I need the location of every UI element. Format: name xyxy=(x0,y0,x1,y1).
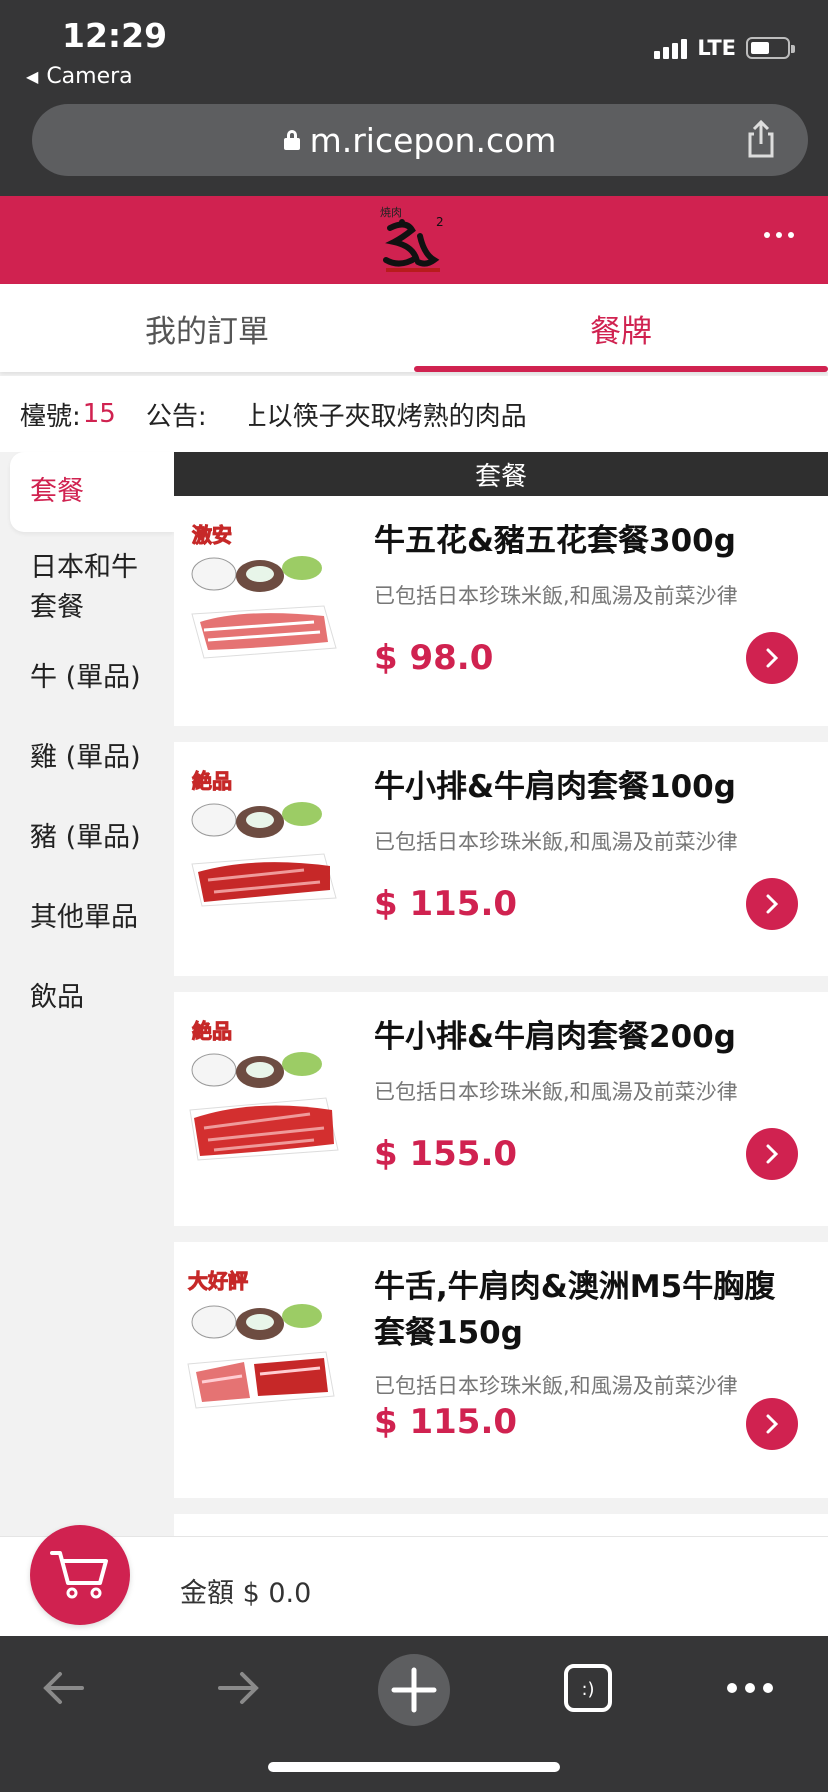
status-indicators: LTE xyxy=(654,36,795,60)
sidebar-item-label: 日本和牛 xyxy=(30,552,138,583)
chevron-right-icon xyxy=(766,1144,779,1164)
photo-badge: 絶品 xyxy=(192,769,232,793)
item-title: 牛小排&牛肩肉套餐100g xyxy=(374,769,736,805)
item-description: 已包括日本珍珠米飯,和風湯及前菜沙律 xyxy=(374,1374,738,1398)
lock-icon xyxy=(283,130,300,150)
browser-top-chrome: 12:29 ◀ Camera LTE m.ricepon.com xyxy=(0,0,828,196)
battery-icon xyxy=(746,37,795,59)
chevron-right-icon xyxy=(766,648,779,668)
cart-bar: 金額 $ 0.0 xyxy=(0,1525,828,1636)
back-triangle-icon: ◀ xyxy=(26,67,39,86)
home-indicator[interactable] xyxy=(268,1762,560,1772)
food-photo: 激安 xyxy=(191,523,337,659)
address-bar[interactable]: m.ricepon.com xyxy=(32,104,808,176)
item-price: $ 155.0 xyxy=(374,1134,518,1174)
table-number: 15 xyxy=(82,399,116,429)
item-detail-button[interactable] xyxy=(746,632,798,684)
item-title-line1: 牛舌,牛肩肉&澳洲M5牛胸腹 xyxy=(374,1269,776,1305)
tabs-icon[interactable]: :) xyxy=(562,1662,614,1714)
food-photo: 絶品 xyxy=(191,769,337,907)
item-price: $ 115.0 xyxy=(374,884,518,924)
photo-badge: 大好評 xyxy=(188,1269,248,1293)
sidebar-item-wagyu-set[interactable]: 日本和牛 套餐 xyxy=(0,548,174,628)
screen: 12:29 ◀ Camera LTE m.ricepon.com 焼肉 2 我的… xyxy=(0,0,828,1792)
menu-dots-icon[interactable] xyxy=(722,1662,778,1714)
photo-badge: 激安 xyxy=(192,523,232,547)
sidebar-item-beef[interactable]: 牛 (單品) xyxy=(0,658,174,698)
back-to-app-button[interactable]: ◀ Camera xyxy=(26,64,133,89)
forward-arrow-icon[interactable] xyxy=(212,1662,264,1714)
sidebar-item-chicken[interactable]: 雞 (單品) xyxy=(0,738,174,778)
food-photo: 大好評 xyxy=(187,1269,335,1409)
item-title: 牛小排&牛肩肉套餐200g xyxy=(374,1019,736,1055)
item-title: 牛五花&豬五花套餐300g xyxy=(374,523,736,559)
photo-badge: 絶品 xyxy=(192,1019,232,1043)
new-tab-icon[interactable] xyxy=(378,1654,450,1726)
menu-item-card[interactable]: 絶品 牛小排&牛肩肉套餐100g 已包括日本珍珠米飯,和風湯及前菜沙律 $ 11… xyxy=(174,742,828,976)
back-app-label: Camera xyxy=(46,64,133,89)
item-detail-button[interactable] xyxy=(746,1398,798,1450)
menu-item-card[interactable]: 激安 牛五花&豬五花套餐300g 已包括日本珍珠米飯,和風湯及前菜沙律 $ 98… xyxy=(174,496,828,726)
food-photo: 絶品 xyxy=(189,1019,339,1161)
back-arrow-icon[interactable] xyxy=(38,1662,90,1714)
sidebar-item-drinks[interactable]: 飲品 xyxy=(0,978,174,1018)
tab-menu[interactable]: 餐牌 xyxy=(414,284,828,372)
sidebar-item-label: 套餐 xyxy=(30,476,84,507)
tab-my-orders[interactable]: 我的訂單 xyxy=(0,284,414,372)
svg-text:2: 2 xyxy=(436,215,444,229)
item-title-line2: 套餐150g xyxy=(374,1315,523,1351)
table-label: 檯號: xyxy=(20,401,81,432)
network-label: LTE xyxy=(697,36,736,60)
item-description: 已包括日本珍珠米飯,和風湯及前菜沙律 xyxy=(374,1080,738,1104)
cart-button[interactable] xyxy=(30,1525,130,1625)
table-notice-row: 檯號: 15 公告: 止以筷子夾取烤熟的肉品 xyxy=(0,376,828,452)
section-header: 套餐 xyxy=(174,452,828,496)
menu-item-card[interactable]: 絶品 牛小排&牛肩肉套餐200g 已包括日本珍珠米飯,和風湯及前菜沙律 $ 15… xyxy=(174,992,828,1226)
svg-text:焼肉: 焼肉 xyxy=(380,206,402,219)
menu-item-card[interactable]: 大好評 牛舌,牛肩肉&澳洲M5牛胸腹 套餐150g 已包括日本珍珠米飯,和風湯及… xyxy=(174,1242,828,1498)
cart-total: 金額 $ 0.0 xyxy=(180,1578,312,1609)
item-detail-button[interactable] xyxy=(746,1128,798,1180)
app-header: 焼肉 2 xyxy=(0,196,828,284)
share-icon[interactable] xyxy=(740,118,782,160)
menu-item-card-partial[interactable] xyxy=(174,1514,828,1536)
menu-content: 套餐 激安 牛五花&豬五花套餐300g 已包括日本珍珠米飯,和風湯及前菜沙律 $… xyxy=(174,452,828,1536)
sidebar-item-set-meals[interactable]: 套餐 xyxy=(10,452,174,532)
sidebar-item-others[interactable]: 其他單品 xyxy=(0,898,174,938)
signal-icon xyxy=(654,37,688,59)
tab-bar: 我的訂單 餐牌 xyxy=(0,284,828,372)
status-time: 12:29 xyxy=(62,16,168,55)
notice-marquee: 止以筷子夾取烤熟的肉品 xyxy=(248,401,527,432)
chevron-right-icon xyxy=(766,1414,779,1434)
item-detail-button[interactable] xyxy=(746,878,798,930)
category-sidebar: 套餐 日本和牛 套餐 牛 (單品) 雞 (單品) 豬 (單品) 其他單品 飲品 xyxy=(0,452,174,1536)
svg-text::): :) xyxy=(581,1679,594,1700)
sidebar-item-label-line2: 套餐 xyxy=(30,592,84,623)
item-price: $ 115.0 xyxy=(374,1402,518,1442)
url-text: m.ricepon.com xyxy=(309,120,557,160)
item-description: 已包括日本珍珠米飯,和風湯及前菜沙律 xyxy=(374,584,738,608)
notice-label: 公告: xyxy=(145,401,207,432)
item-price: $ 98.0 xyxy=(374,638,494,678)
item-title: 牛舌,牛肩肉&澳洲M5牛胸腹 套餐150g xyxy=(374,1264,804,1356)
cart-icon xyxy=(50,1551,108,1599)
sidebar-item-pork[interactable]: 豬 (單品) xyxy=(0,818,174,858)
more-options-icon[interactable] xyxy=(764,232,794,238)
restaurant-logo: 焼肉 2 xyxy=(380,206,444,272)
chevron-right-icon xyxy=(766,894,779,914)
item-description: 已包括日本珍珠米飯,和風湯及前菜沙律 xyxy=(374,830,738,854)
